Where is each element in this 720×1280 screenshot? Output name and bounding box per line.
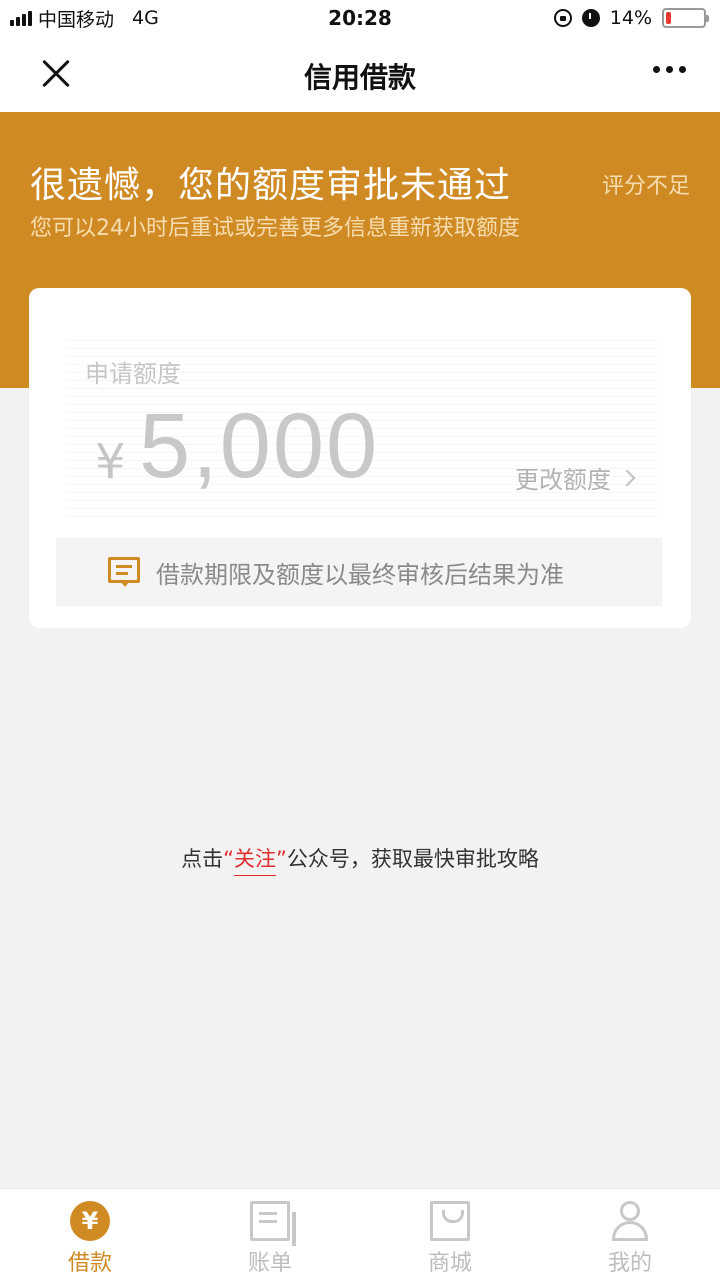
banner-subtitle: 您可以24小时后重试或完善更多信息重新获取额度 <box>30 216 520 241</box>
banner-title: 很遗憾，您的额度审批未通过 <box>30 165 512 206</box>
tab-label: 账单 <box>247 1251 292 1276</box>
change-amount-label: 更改额度 <box>515 466 611 494</box>
yen-icon: ¥ <box>70 1201 110 1241</box>
alarm-icon <box>581 9 600 27</box>
screen: 中国移动 4G 20:28 14% 信用借款 很遗憾，您的额度审批未通过 评分不… <box>0 0 720 1280</box>
bill-icon <box>250 1201 296 1246</box>
currency-symbol: ¥ <box>95 434 126 490</box>
tab-mall[interactable]: 商城 <box>360 1189 540 1280</box>
follow-prefix: 点击 <box>181 847 224 871</box>
tab-label: 我的 <box>607 1251 652 1276</box>
nav-bar: 信用借款 <box>0 36 720 112</box>
battery-percent: 14% <box>609 7 652 29</box>
chevron-right-icon <box>618 469 636 486</box>
tab-bar: ¥ 借款 账单 商城 我的 <box>0 1188 720 1280</box>
message-icon <box>108 557 140 587</box>
more-icon[interactable] <box>653 66 686 73</box>
open-quote: “ <box>223 847 234 871</box>
change-amount-button[interactable]: 更改额度 <box>515 460 636 495</box>
battery-icon <box>662 8 709 28</box>
shop-icon <box>430 1201 470 1241</box>
notice-bar: 借款期限及额度以最终审核后结果为准 <box>56 538 662 606</box>
notice-text: 借款期限及额度以最终审核后结果为准 <box>156 560 564 589</box>
tab-label: 借款 <box>67 1251 112 1276</box>
page-title: 信用借款 <box>303 61 416 94</box>
amount-card: 申请额度 ¥ 5,000 更改额度 借款期限及额度以最终审核后结果为准 <box>29 288 691 628</box>
follow-link[interactable]: 关注 <box>234 847 276 876</box>
tab-mine[interactable]: 我的 <box>540 1189 720 1280</box>
tab-label: 商城 <box>427 1251 472 1276</box>
rotation-lock-icon <box>553 9 572 27</box>
battery-level <box>666 12 672 24</box>
follow-suffix: 公众号，获取最快审批攻略 <box>286 847 539 871</box>
reject-reason: 评分不足 <box>601 174 690 199</box>
amount-label: 申请额度 <box>85 360 181 388</box>
tab-bill[interactable]: 账单 <box>180 1189 360 1280</box>
amount-value: 5,000 <box>139 395 380 497</box>
close-quote: ” <box>276 847 287 871</box>
user-icon <box>610 1201 650 1241</box>
follow-prompt: 点击“关注”公众号，获取最快审批攻略 <box>0 843 720 876</box>
tab-loan[interactable]: ¥ 借款 <box>0 1189 180 1280</box>
status-bar: 中国移动 4G 20:28 14% <box>0 0 720 36</box>
status-right: 14% <box>553 6 709 30</box>
